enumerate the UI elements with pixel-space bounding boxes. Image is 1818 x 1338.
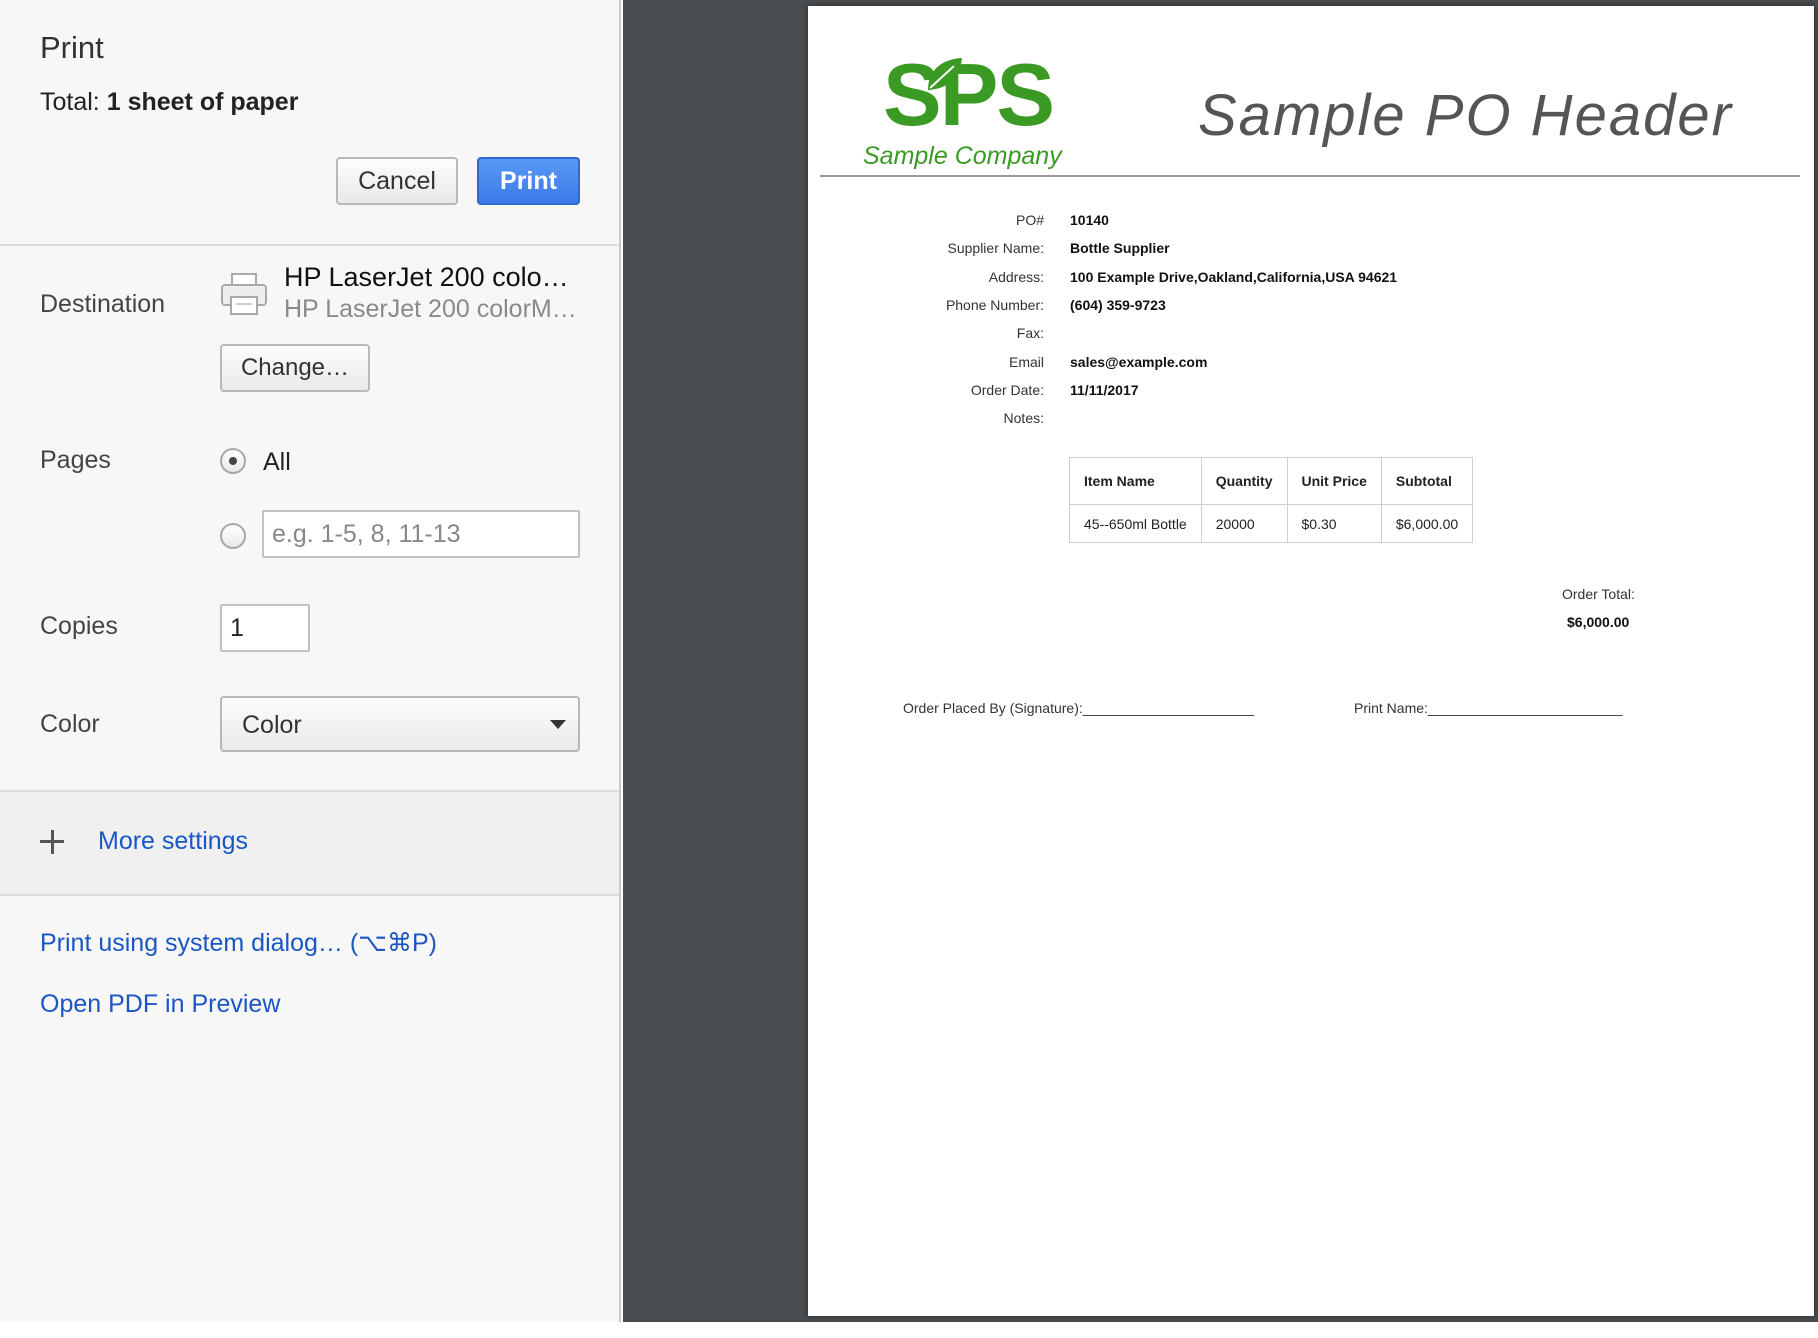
- preview-page: SPS Sample Company Sample PO Header PO# 1…: [808, 6, 1814, 1316]
- po-field-label: Address:: [988, 268, 1044, 285]
- system-dialog-link[interactable]: Print using system dialog… (⌥⌘P): [40, 928, 437, 958]
- po-field-label: Notes:: [1003, 410, 1044, 427]
- po-field-row: Address: 100 Example Drive,Oakland,Califo…: [808, 269, 1814, 291]
- signature-line: Order Placed By (Signature):____________…: [903, 700, 1255, 716]
- total-label: Total:: [40, 88, 100, 116]
- po-field-value: Bottle Supplier: [1070, 240, 1170, 257]
- printer-icon: [221, 273, 267, 315]
- pages-custom-radio[interactable]: [220, 523, 246, 549]
- color-select-value: Color: [242, 711, 302, 739]
- po-field-label: Supplier Name:: [947, 240, 1045, 257]
- table-header-row: Item Name Quantity Unit Price Subtotal: [1069, 457, 1474, 505]
- printer-name: HP LaserJet 200 colo…: [284, 262, 569, 292]
- table-header-cell: Subtotal: [1380, 457, 1474, 505]
- copies-input[interactable]: [220, 604, 310, 652]
- order-total-label: Order Total:: [1562, 586, 1635, 602]
- cancel-button[interactable]: Cancel: [336, 157, 458, 205]
- header-divider: [820, 175, 1800, 177]
- logo-company-name: Sample Company: [863, 142, 1062, 170]
- dialog-title: Print: [40, 30, 104, 65]
- po-field-label: Fax:: [1016, 325, 1044, 342]
- print-button[interactable]: Print: [477, 157, 580, 205]
- open-pdf-link[interactable]: Open PDF in Preview: [40, 990, 280, 1019]
- po-field-label: Phone Number:: [945, 296, 1044, 313]
- table-body: 45--650ml Bottle 20000 $0.30 $6,000.00: [1069, 504, 1474, 543]
- table-header-cell: Unit Price: [1286, 457, 1382, 505]
- po-field-value: 10140: [1070, 212, 1109, 228]
- total-value: 1 sheet of paper: [106, 88, 299, 116]
- po-field-row: Phone Number: (604) 359-9723: [808, 297, 1814, 319]
- po-field-label: PO#: [1015, 212, 1044, 228]
- total-summary: Total: 1 sheet of paper: [40, 88, 298, 117]
- pages-range-input[interactable]: [262, 510, 580, 558]
- divider: [0, 790, 619, 792]
- pages-all-radio[interactable]: [220, 448, 246, 474]
- items-table: Item Name Quantity Unit Price Subtotal 45--…: [1069, 457, 1474, 543]
- print-name-line: Print Name:_________________________: [1354, 700, 1623, 716]
- more-settings-link[interactable]: More settings: [98, 827, 248, 856]
- company-logo: SPS: [883, 45, 1055, 144]
- divider: [0, 244, 619, 246]
- chevron-down-icon: [550, 720, 566, 729]
- pages-all-label: All: [263, 448, 291, 476]
- table-header-cell: Quantity: [1200, 457, 1288, 505]
- leaf-icon: [928, 58, 962, 90]
- po-field-value: 100 Example Drive,Oakland,California,USA…: [1070, 268, 1398, 285]
- po-field-value: (604) 359-9723: [1070, 296, 1166, 313]
- po-field-label: Order Date:: [970, 381, 1044, 398]
- po-field-value: sales@example.com: [1070, 353, 1208, 370]
- table-cell: $6,000.00: [1380, 504, 1474, 543]
- document-header: Sample PO Header: [1198, 83, 1733, 148]
- po-field-row: PO# 10140: [808, 212, 1814, 234]
- copies-label: Copies: [40, 612, 118, 640]
- table-row: 45--650ml Bottle 20000 $0.30 $6,000.00: [1069, 504, 1474, 543]
- po-field-label: Email: [1008, 353, 1044, 370]
- color-select[interactable]: Color: [220, 696, 580, 752]
- po-field-value: 11/11/2017: [1070, 381, 1139, 398]
- color-label: Color: [40, 710, 100, 738]
- po-field-row: Notes:: [808, 410, 1814, 432]
- po-field-row: Fax:: [808, 325, 1814, 347]
- order-total-value: $6,000.00: [1567, 614, 1630, 630]
- change-destination-button[interactable]: Change…: [220, 344, 370, 392]
- print-settings-panel: Print Total: 1 sheet of paper Cancel Pri…: [0, 0, 621, 1322]
- po-field-row: Supplier Name: Bottle Supplier: [808, 240, 1814, 262]
- plus-icon[interactable]: [40, 830, 64, 854]
- destination-label: Destination: [40, 290, 166, 318]
- table-cell: 45--650ml Bottle: [1069, 504, 1202, 543]
- table-cell: 20000: [1200, 504, 1288, 543]
- table-header-cell: Item Name: [1069, 457, 1202, 505]
- more-settings-bar[interactable]: [0, 792, 619, 894]
- po-field-row: Order Date: 11/11/2017: [808, 382, 1814, 404]
- divider: [0, 894, 619, 896]
- table-cell: $0.30: [1286, 504, 1382, 543]
- pages-label: Pages: [40, 446, 111, 474]
- printer-subtitle: HP LaserJet 200 colorM…: [284, 295, 577, 323]
- po-field-row: Email sales@example.com: [808, 354, 1814, 376]
